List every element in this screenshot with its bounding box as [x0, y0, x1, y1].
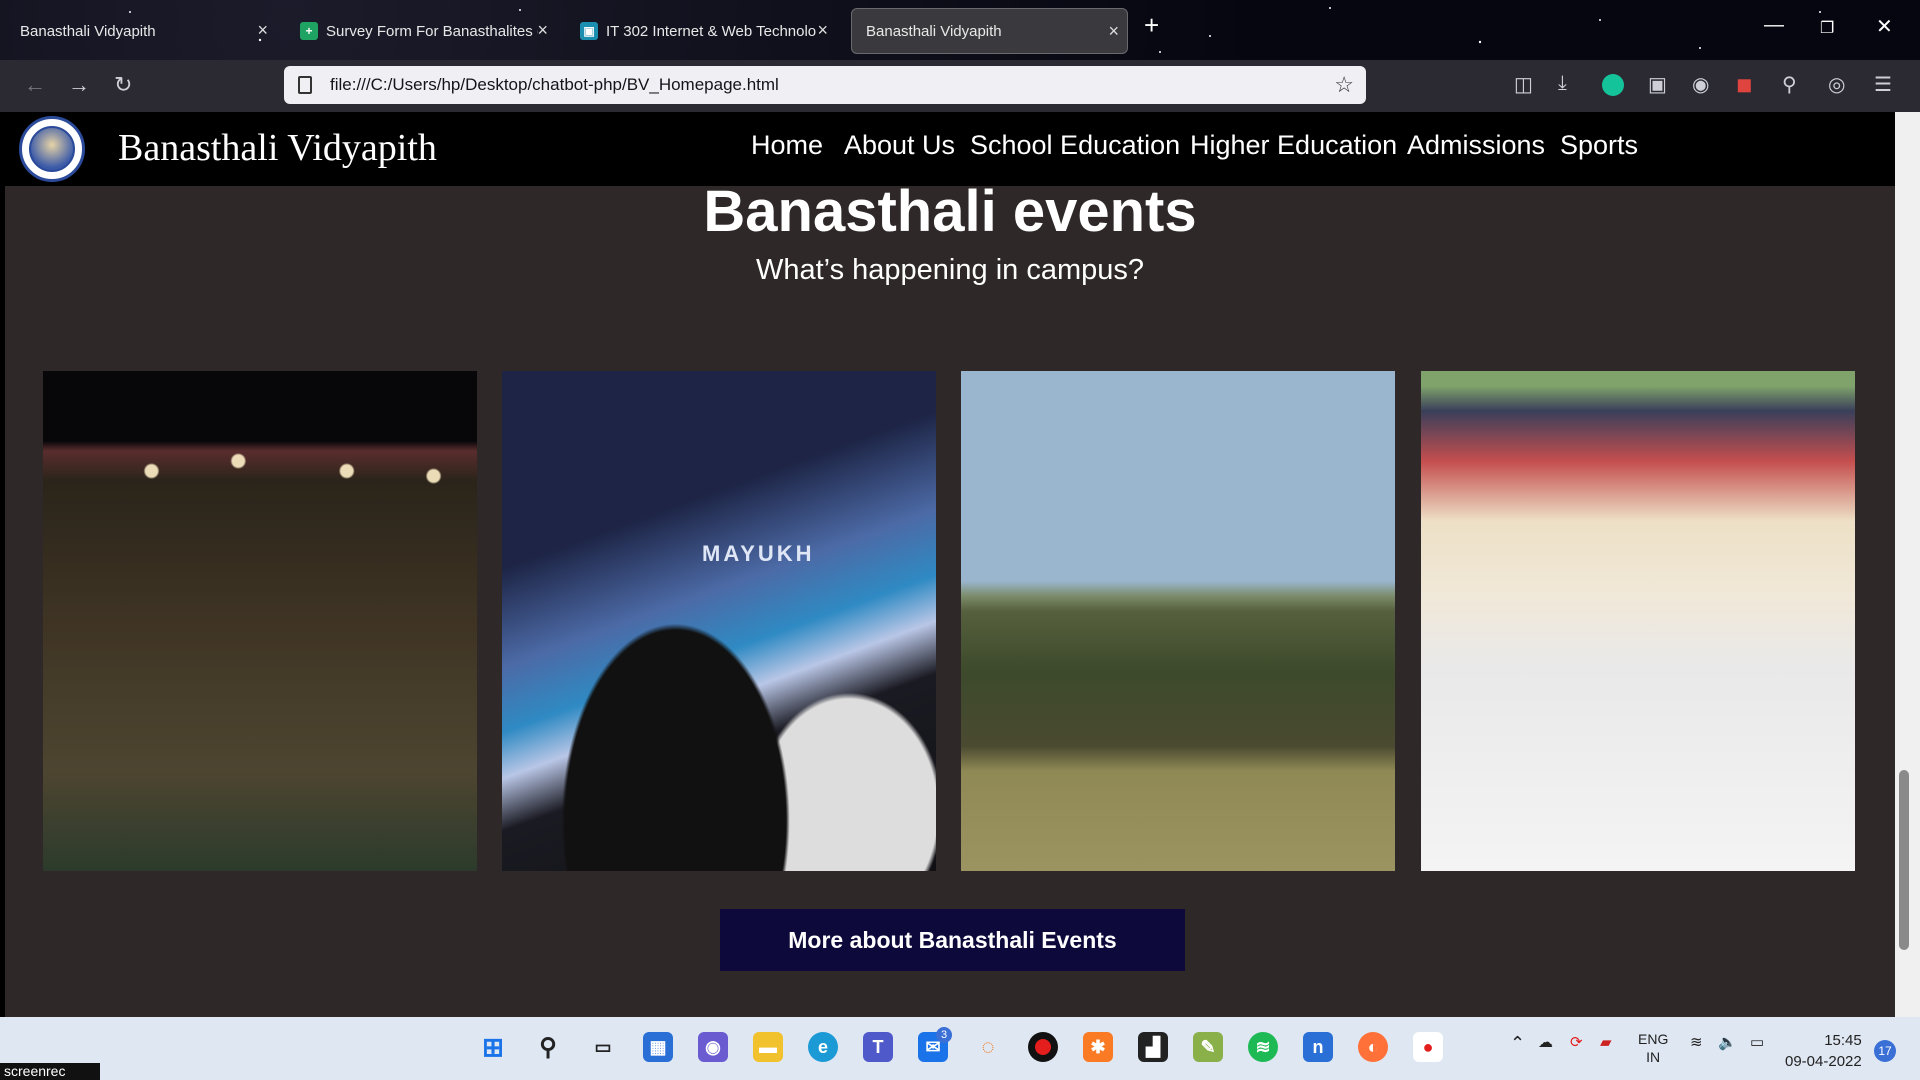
loader-app-icon[interactable]: ◌ [973, 1032, 1003, 1062]
more-events-button[interactable]: More about Banasthali Events [720, 909, 1185, 971]
tab-banasthali-1[interactable]: Banasthali Vidyapith × [6, 8, 276, 54]
event-photo-concert-stage: MAYUKH [502, 371, 936, 871]
nav-sports[interactable]: Sports [1560, 130, 1638, 161]
event-photo-crowd-night [43, 371, 477, 871]
region-code: IN [1646, 1049, 1661, 1065]
screenrec-watermark: screenrec [0, 1063, 100, 1080]
nav-higher-education[interactable]: Higher Education [1190, 130, 1397, 161]
firefox-icon[interactable]: ◐ [1358, 1032, 1388, 1062]
close-icon[interactable]: × [537, 20, 548, 41]
clock-date: 09-04-2022 [1785, 1053, 1862, 1070]
site-title[interactable]: Banasthali Vidyapith [118, 126, 437, 170]
windows-taskbar [0, 1017, 1920, 1080]
close-icon[interactable]: × [817, 20, 828, 41]
close-window-icon[interactable]: ✕ [1876, 14, 1893, 39]
events-subheading: What’s happening in campus? [756, 254, 1144, 286]
extension-lock-icon[interactable]: ▣ [1648, 72, 1667, 97]
notification-badge[interactable]: 17 [1874, 1040, 1896, 1062]
battery-icon[interactable]: ▭ [1750, 1033, 1764, 1051]
browser-tab-bar: Banasthali Vidyapith × + Survey Form For… [0, 0, 1920, 60]
tab-title: IT 302 Internet & Web Technolo [606, 22, 817, 40]
nav-school-education[interactable]: School Education [970, 130, 1180, 161]
start-icon[interactable]: ⊞ [478, 1032, 508, 1062]
spotify-icon[interactable]: ≋ [1248, 1032, 1278, 1062]
clock-time: 15:45 [1824, 1032, 1862, 1049]
tab-banasthali-active[interactable]: Banasthali Vidyapith × [851, 8, 1128, 54]
extension-eye-icon[interactable]: ◉ [1692, 72, 1709, 97]
edge-icon[interactable]: e [808, 1032, 838, 1062]
task-view-icon[interactable]: ▭ [588, 1032, 618, 1062]
mail-badge: 3 [936, 1027, 952, 1043]
extension-icon[interactable]: ◎ [1828, 72, 1845, 97]
stage-banner-text: MAYUKH [702, 541, 815, 566]
new-tab-button[interactable]: + [1144, 10, 1159, 41]
nav-home[interactable]: Home [751, 130, 823, 161]
language-indicator[interactable]: ENG IN [1638, 1030, 1668, 1066]
site-header: Banasthali Vidyapith Home About Us Schoo… [5, 112, 1895, 186]
tab-it302[interactable]: ▣ IT 302 Internet & Web Technolo × [566, 8, 836, 54]
address-bar[interactable]: file:///C:/Users/hp/Desktop/chatbot-php/… [284, 66, 1366, 104]
classroom-icon: ▣ [580, 22, 598, 40]
screenshot-icon[interactable]: ◼ [1736, 72, 1753, 97]
tab-title: Banasthali Vidyapith [20, 22, 156, 40]
lang-code: ENG [1638, 1031, 1669, 1047]
restore-icon[interactable]: ❐ [1820, 18, 1834, 38]
notion-like-icon[interactable]: n [1303, 1032, 1333, 1062]
widgets-icon[interactable]: ▦ [643, 1032, 673, 1062]
minimize-icon[interactable]: — [1764, 14, 1784, 37]
tab-title: Banasthali Vidyapith [866, 22, 1002, 40]
sheets-icon: + [300, 22, 318, 40]
antivirus-icon[interactable]: ▰ [1600, 1033, 1612, 1051]
download-icon[interactable]: ⤓ [1558, 72, 1567, 95]
file-explorer-icon[interactable]: ▬ [753, 1032, 783, 1062]
page-icon [298, 76, 312, 94]
close-icon[interactable]: × [257, 20, 268, 41]
wifi-icon[interactable]: ≋ [1690, 1033, 1703, 1051]
chat-icon[interactable]: ◉ [698, 1032, 728, 1062]
onedrive-icon[interactable]: ☁ [1538, 1033, 1553, 1051]
reload-icon[interactable]: ↻ [114, 72, 132, 98]
screenrec-app-icon[interactable]: ● [1413, 1032, 1443, 1062]
event-photo-ncc-parade [961, 371, 1395, 871]
teams-icon[interactable]: T [863, 1032, 893, 1062]
sync-icon[interactable]: ⟳ [1570, 1033, 1583, 1051]
forward-icon[interactable]: → [68, 72, 90, 98]
webpage: Banasthali Vidyapith Home About Us Schoo… [5, 112, 1895, 1017]
sticky-notes-icon[interactable]: ▟ [1138, 1032, 1168, 1062]
volume-icon[interactable]: 🔈 [1718, 1033, 1737, 1051]
nav-admissions[interactable]: Admissions [1407, 130, 1545, 161]
chevron-up-icon[interactable]: ⌃ [1510, 1033, 1525, 1054]
scrollbar-thumb[interactable] [1899, 770, 1909, 950]
tab-title: Survey Form For Banasthalites ( [326, 22, 538, 40]
zoom-icon[interactable]: ⚲ [1782, 72, 1797, 97]
back-icon[interactable]: ← [24, 72, 46, 98]
events-heading: Banasthali events [703, 179, 1197, 244]
close-icon[interactable]: × [1108, 21, 1119, 42]
url-text: file:///C:/Users/hp/Desktop/chatbot-php/… [330, 75, 779, 94]
nav-about-us[interactable]: About Us [844, 130, 955, 161]
university-logo[interactable] [19, 116, 85, 182]
xampp-icon[interactable]: ✱ [1083, 1032, 1113, 1062]
clock[interactable]: 15:45 09-04-2022 [1785, 1030, 1862, 1072]
recorder-icon[interactable] [1028, 1032, 1058, 1062]
pocket-icon[interactable]: ◫ [1514, 72, 1533, 97]
grammarly-icon[interactable] [1602, 74, 1624, 96]
tab-survey-form[interactable]: + Survey Form For Banasthalites ( × [286, 8, 556, 54]
bookmark-star-icon[interactable]: ☆ [1334, 72, 1354, 98]
menu-icon[interactable]: ☰ [1874, 72, 1892, 97]
event-photo-students-choir [1421, 371, 1855, 871]
paint-icon[interactable]: ✎ [1193, 1032, 1223, 1062]
search-icon[interactable]: ⚲ [533, 1032, 563, 1062]
